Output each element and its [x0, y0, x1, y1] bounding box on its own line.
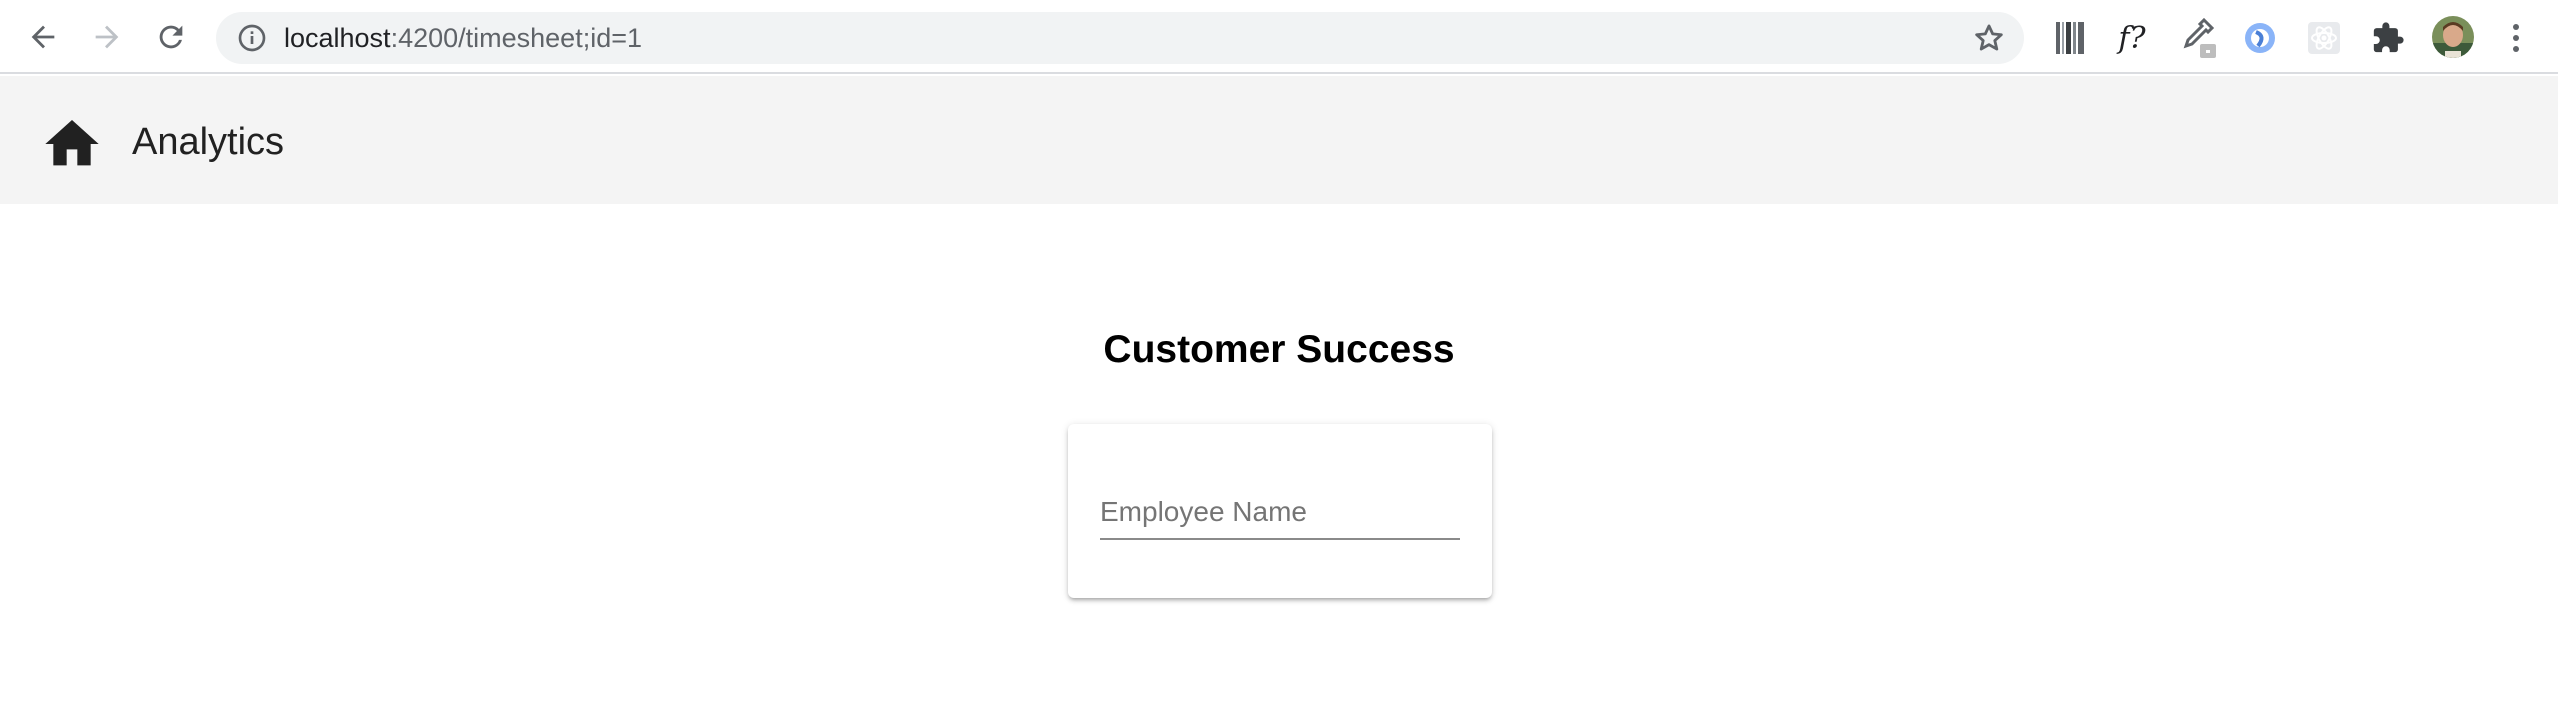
info-icon[interactable] [236, 22, 268, 54]
app-title: Analytics [132, 121, 285, 163]
app-toolbar [0, 76, 2558, 204]
url-path: :4200/timesheet;id=1 [390, 23, 643, 53]
reload-icon [159, 25, 183, 49]
react-devtools-icon[interactable] [2304, 18, 2344, 58]
eyedropper-extension-icon[interactable] [2178, 17, 2218, 58]
back-button[interactable] [20, 14, 66, 60]
url-host: localhost [284, 23, 391, 53]
reload-button[interactable] [148, 14, 194, 60]
input-underline [1100, 538, 1460, 540]
arrow-right-icon [95, 25, 119, 49]
forward-button[interactable] [84, 14, 130, 60]
employee-name-input[interactable] [1100, 484, 1460, 534]
f-question-label: f? [2118, 20, 2146, 56]
employee-name-field[interactable] [1100, 484, 1460, 556]
arrow-left-icon [31, 25, 55, 49]
avatar[interactable] [2430, 14, 2476, 60]
employee-card [1068, 424, 1492, 598]
blue-circle-extension-icon[interactable] [2240, 18, 2280, 58]
home-icon[interactable] [40, 112, 104, 176]
page-title: Customer Success [1103, 328, 1455, 371]
menu-kebab-icon[interactable] [2496, 18, 2536, 58]
puzzle-icon[interactable] [2368, 18, 2408, 58]
browser-toolbar: localhost:4200/timesheet;id=1 f? [0, 0, 2558, 74]
barcode-extension-icon[interactable] [2050, 18, 2090, 58]
url-text[interactable]: localhost:4200/timesheet;id=1 [284, 12, 642, 64]
star-icon[interactable] [1972, 21, 2006, 55]
address-bar[interactable]: localhost:4200/timesheet;id=1 [216, 12, 2024, 64]
f-question-extension-icon[interactable]: f? [2112, 18, 2152, 58]
